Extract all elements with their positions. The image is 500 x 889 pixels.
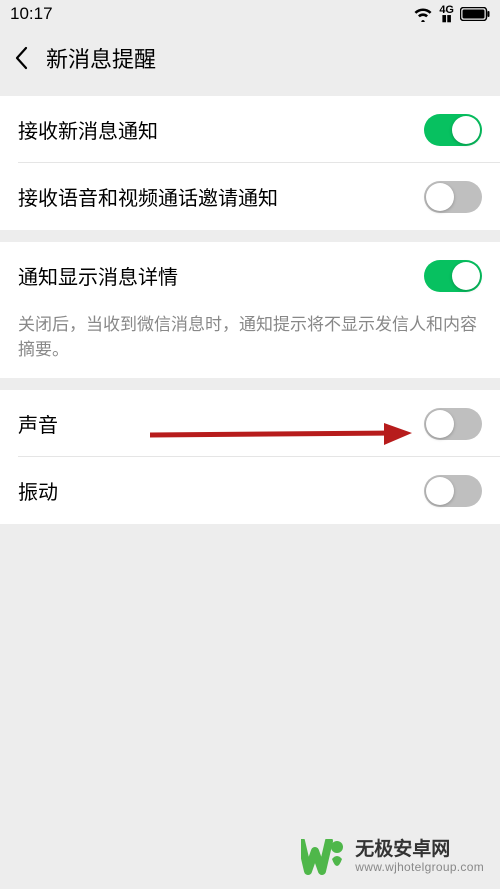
watermark-url: www.wjhotelgroup.com — [355, 861, 484, 875]
status-bar: 10:17 4G ▮▮ — [0, 0, 500, 28]
toggle-show-details[interactable] — [424, 260, 482, 292]
row-label: 接收新消息通知 — [18, 115, 158, 144]
row-label: 接收语音和视频通话邀请通知 — [18, 182, 278, 211]
status-time: 10:17 — [10, 4, 53, 24]
status-icons: 4G ▮▮ — [413, 6, 490, 22]
battery-icon — [460, 7, 490, 21]
settings-group-2: 通知显示消息详情 关闭后，当收到微信消息时，通知提示将不显示发信人和内容摘要。 — [0, 242, 500, 378]
network-icon: 4G ▮▮ — [439, 6, 454, 22]
settings-group-1: 接收新消息通知 接收语音和视频通话邀请通知 — [0, 96, 500, 230]
row-receive-call-invites[interactable]: 接收语音和视频通话邀请通知 — [0, 163, 500, 230]
watermark-text: 无极安卓网 www.wjhotelgroup.com — [355, 839, 484, 875]
watermark: 无极安卓网 www.wjhotelgroup.com — [301, 839, 484, 875]
header: 新消息提醒 — [0, 28, 500, 88]
toggle-vibrate[interactable] — [424, 475, 482, 507]
page-title: 新消息提醒 — [46, 42, 156, 74]
settings-group-3: 声音 振动 — [0, 390, 500, 524]
row-show-details[interactable]: 通知显示消息详情 — [0, 242, 500, 309]
watermark-logo-icon — [301, 839, 347, 875]
toggle-receive-new-messages[interactable] — [424, 114, 482, 146]
toggle-sound[interactable] — [424, 408, 482, 440]
row-description: 关闭后，当收到微信消息时，通知提示将不显示发信人和内容摘要。 — [0, 309, 500, 378]
back-icon[interactable] — [14, 46, 28, 70]
row-label: 通知显示消息详情 — [18, 261, 178, 290]
toggle-receive-call-invites[interactable] — [424, 181, 482, 213]
row-label: 声音 — [18, 409, 58, 438]
wifi-icon — [413, 6, 433, 22]
watermark-title: 无极安卓网 — [355, 839, 484, 861]
row-vibrate[interactable]: 振动 — [0, 457, 500, 524]
row-receive-new-messages[interactable]: 接收新消息通知 — [0, 96, 500, 163]
row-label: 振动 — [18, 476, 58, 505]
row-sound[interactable]: 声音 — [0, 390, 500, 457]
